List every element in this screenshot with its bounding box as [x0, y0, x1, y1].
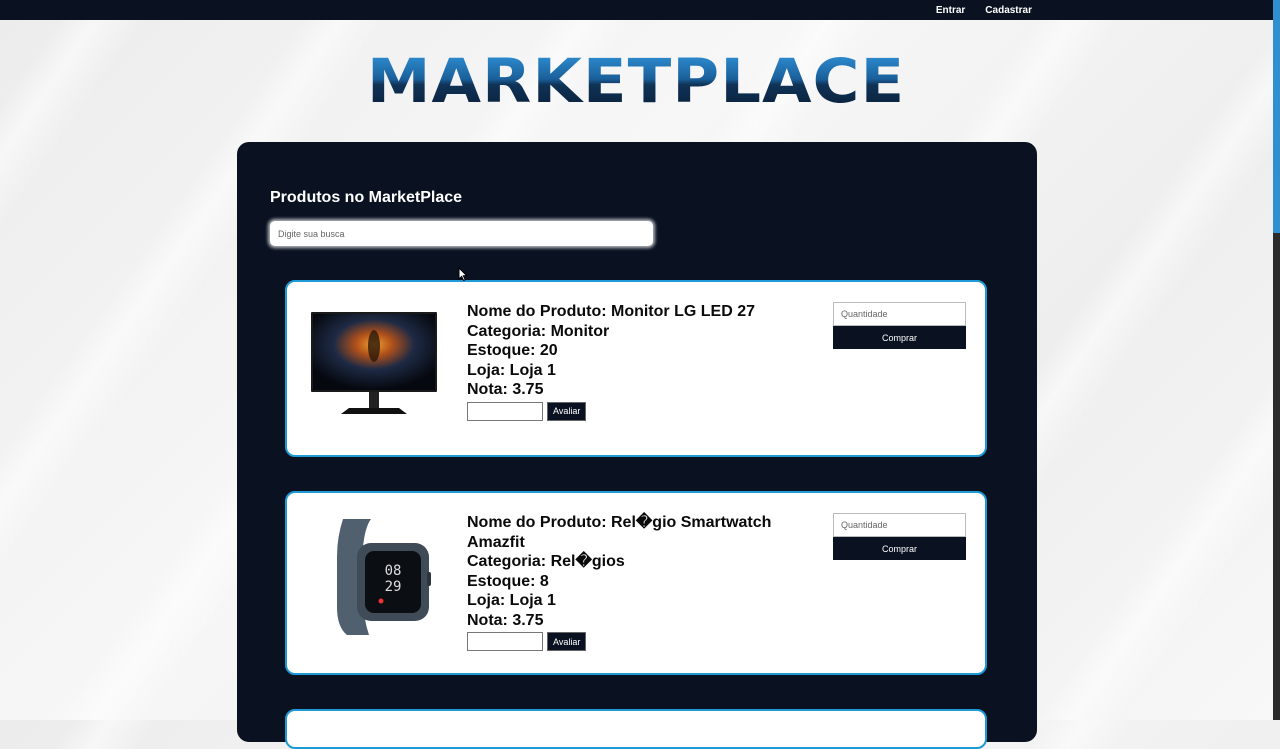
product-stock: Estoque: 20: [467, 342, 558, 359]
svg-text:08: 08: [385, 563, 402, 579]
product-category: Categoria: Monitor: [467, 322, 610, 340]
rating-input[interactable]: [467, 632, 543, 651]
product-store: Loja: Loja 1: [467, 592, 556, 609]
top-nav-bar: Entrar Cadastrar: [0, 0, 1280, 20]
product-rating: Nota: 3.75: [467, 381, 544, 398]
product-name: Nome do Produto: Rel�gio Smartwatch Amaz…: [467, 514, 772, 551]
page-title: Produtos no MarketPlace: [270, 189, 463, 206]
product-card: Nome do Produto: Monitor LG LED 27 Categ…: [285, 280, 987, 457]
smartwatch-image: 08 29: [337, 519, 431, 635]
product-info: Nome do Produto: Monitor LG LED 27 Categ…: [467, 302, 797, 421]
product-card: 08 29 Nome do Produto: Rel�gio Smartwatc…: [285, 491, 987, 675]
buy-box: Comprar: [833, 513, 966, 560]
product-category: Categoria: Rel�gios: [467, 553, 625, 570]
login-link[interactable]: Entrar: [936, 5, 965, 16]
product-name: Nome do Produto: Monitor LG LED 27: [467, 303, 755, 320]
mouse-cursor-icon: [458, 267, 468, 281]
buy-box: Comprar: [833, 302, 966, 349]
product-store: Loja: Loja 1: [467, 361, 556, 379]
buy-button[interactable]: Comprar: [833, 326, 966, 349]
product-rating: Nota: 3.75: [467, 611, 544, 629]
search-input[interactable]: [270, 221, 653, 246]
products-panel: Produtos no MarketPlace Nome do Produto:…: [237, 142, 1037, 749]
quantity-input[interactable]: [833, 302, 966, 326]
rate-button[interactable]: Avaliar: [547, 401, 587, 421]
register-link[interactable]: Cadastrar: [985, 5, 1032, 16]
product-stock: Estoque: 8: [467, 572, 549, 590]
quantity-input[interactable]: [833, 513, 966, 537]
rating-row: Avaliar: [467, 632, 797, 651]
page-scrollbar[interactable]: [1273, 0, 1280, 720]
rate-button[interactable]: Avaliar: [547, 632, 587, 651]
svg-text:29: 29: [385, 579, 402, 595]
product-info: Nome do Produto: Rel�gio Smartwatch Amaz…: [467, 513, 797, 651]
product-card: [285, 709, 987, 749]
scrollbar-thumb[interactable]: [1273, 0, 1280, 233]
rating-input[interactable]: [467, 401, 543, 421]
monitor-image: [311, 312, 437, 414]
rating-row: Avaliar: [467, 401, 797, 421]
buy-button[interactable]: Comprar: [833, 537, 966, 560]
marketplace-logo: MARKETPLACE: [0, 52, 1272, 113]
